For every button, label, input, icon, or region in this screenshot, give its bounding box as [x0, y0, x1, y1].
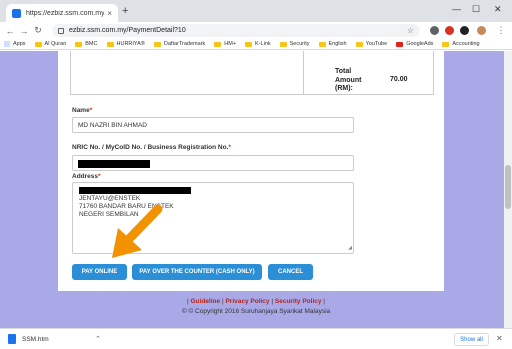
forward-icon[interactable]: → [17, 26, 31, 36]
bookmark-hm[interactable]: HM+ [214, 41, 236, 47]
total-amount-value: 70.00 [390, 76, 408, 83]
address-label: Address* [72, 173, 101, 180]
folder-icon [75, 41, 83, 47]
total-amount-label: Total Amount (RM): [335, 68, 362, 92]
page-background: Total Amount (RM): 70.00 Name* MD NAZRI … [0, 51, 512, 328]
reload-icon[interactable]: ↻ [31, 25, 45, 36]
guideline-link[interactable]: Guideline [191, 298, 221, 305]
nric-field[interactable] [72, 155, 354, 171]
privacy-policy-link[interactable]: Privacy Policy [225, 298, 269, 305]
address-bar[interactable]: ezbiz.ssm.com.my/PaymentDetail?10 ☆ [52, 24, 420, 37]
bookmark-english[interactable]: English [318, 41, 347, 47]
maximize-icon[interactable]: ☐ [472, 4, 480, 15]
copyright-text: © © Copyright 2016 Suruhanjaya Syarikat … [181, 308, 331, 315]
tab-close-icon[interactable]: × [107, 9, 112, 18]
name-label: Name* [72, 107, 93, 114]
apps-grid-icon [4, 41, 10, 47]
redacted-nric [78, 160, 150, 168]
url-text: ezbiz.ssm.com.my/PaymentDetail?10 [69, 27, 186, 34]
address-line-2: 71760 BANDAR BARU ENSTEK [79, 203, 174, 210]
folder-icon [318, 41, 326, 47]
required-mark: * [89, 107, 93, 114]
name-field[interactable]: MD NAZRI BIN AHMAD [72, 117, 354, 133]
address-line-3: NEGERI SEMBILAN [79, 211, 139, 218]
bookmark-security[interactable]: Security [279, 41, 310, 47]
bookmarks-bar: Apps Al Quran BMC HURRIYA® DaftarTradema… [0, 39, 512, 50]
page-footer: | Guideline | Privacy Policy | Security … [0, 298, 512, 315]
folder-icon [106, 41, 114, 47]
back-icon[interactable]: ← [3, 26, 17, 36]
bookmark-bmc[interactable]: BMC [75, 41, 98, 47]
profile-avatar[interactable] [477, 26, 486, 35]
security-policy-link[interactable]: Security Policy [275, 298, 322, 305]
folder-icon [34, 41, 42, 47]
pay-online-button[interactable]: PAY ONLINE [72, 264, 127, 280]
download-filename[interactable]: SSM.htm [22, 336, 49, 343]
extension-icon[interactable] [430, 26, 439, 35]
download-bar: SSM.htm ⌃ Show all ✕ [0, 328, 512, 349]
browser-toolbar: ← → ↻ ezbiz.ssm.com.my/PaymentDetail?10 … [0, 22, 512, 39]
folder-icon [442, 41, 450, 47]
file-icon [8, 334, 16, 344]
folder-icon [153, 41, 161, 47]
bookmark-youtube[interactable]: YouTube [355, 41, 387, 47]
tab-bar: https://ezbiz.ssm.com.my/Paym × + — ☐ ✕ [0, 0, 512, 22]
page-scrollbar[interactable] [504, 51, 512, 328]
youtube-icon [396, 41, 404, 47]
new-tab-button[interactable]: + [122, 5, 128, 17]
menu-icon[interactable]: ⋮ [494, 25, 508, 36]
folder-icon [245, 41, 253, 47]
browser-tab[interactable]: https://ezbiz.ssm.com.my/Paym × [6, 4, 118, 22]
address-line-1: JENTAYU@ENSTEK [79, 195, 141, 202]
payment-summary-table: Total Amount (RM): 70.00 [70, 51, 434, 95]
site-favicon-icon [12, 8, 21, 18]
redacted-address-line [79, 187, 191, 194]
payment-form-card: Total Amount (RM): 70.00 Name* MD NAZRI … [58, 51, 444, 291]
bookmark-googleads[interactable]: GoogleAds [396, 41, 433, 47]
extension-icon[interactable] [445, 26, 454, 35]
minimize-icon[interactable]: — [452, 4, 461, 14]
pay-over-counter-button[interactable]: PAY OVER THE COUNTER (CASH ONLY) [132, 264, 262, 280]
close-window-icon[interactable]: ✕ [494, 4, 502, 15]
bookmark-accounting[interactable]: Accounting [442, 41, 480, 47]
bookmark-k-link[interactable]: K-Link [245, 41, 271, 47]
folder-icon [214, 41, 222, 47]
close-icon[interactable]: ✕ [496, 334, 503, 343]
cancel-button[interactable]: CANCEL [268, 264, 313, 280]
resize-handle-icon[interactable]: ◢ [348, 244, 352, 252]
show-all-button[interactable]: Show all [454, 333, 489, 346]
nric-label: NRIC No. / MyCoID No. / Business Registr… [72, 144, 231, 151]
required-mark: * [98, 173, 101, 180]
folder-icon [355, 41, 363, 47]
bookmark-hurriya[interactable]: HURRIYA® [106, 41, 145, 47]
required-mark: * [228, 144, 231, 151]
bookmark-al-quran[interactable]: Al Quran [34, 41, 66, 47]
scrollbar-thumb[interactable] [505, 165, 511, 209]
tab-title: https://ezbiz.ssm.com.my/Paym [26, 9, 105, 17]
folder-icon [279, 41, 287, 47]
bookmark-daftartrademark[interactable]: DaftarTrademark [153, 41, 205, 47]
lock-icon [58, 27, 64, 34]
bookmark-apps[interactable]: Apps [4, 41, 26, 47]
extension-icon[interactable] [460, 26, 469, 35]
chevron-up-icon[interactable]: ⌃ [95, 335, 101, 343]
table-divider [303, 51, 304, 95]
bookmark-star-icon[interactable]: ☆ [407, 26, 414, 35]
address-field[interactable]: JENTAYU@ENSTEK 71760 BANDAR BARU ENSTEK … [72, 182, 354, 254]
